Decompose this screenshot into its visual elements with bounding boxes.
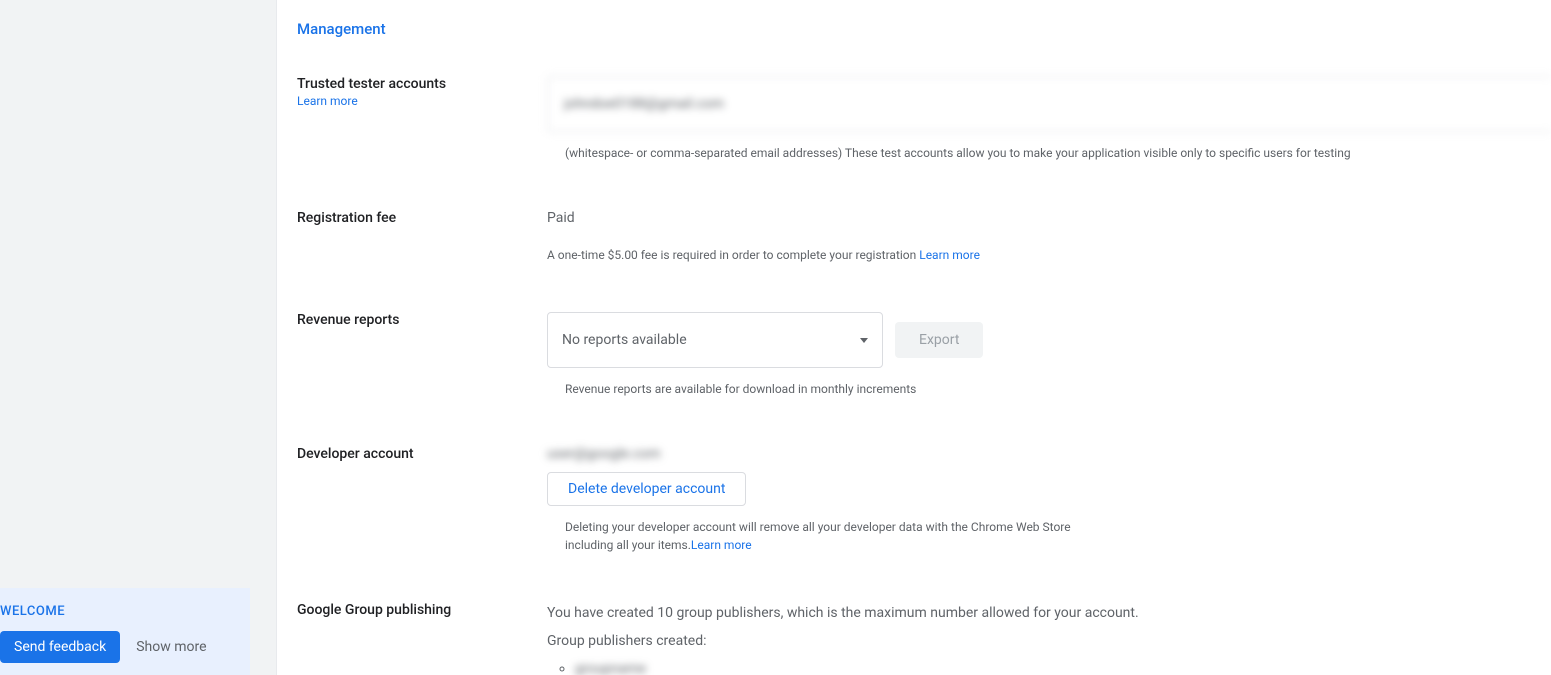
welcome-title: WELCOME bbox=[0, 604, 236, 619]
welcome-panel: WELCOME Send feedback Show more bbox=[0, 588, 250, 675]
trusted-testers-learn-more-link[interactable]: Learn more bbox=[297, 94, 547, 108]
trusted-testers-label: Trusted tester accounts bbox=[297, 76, 547, 92]
group-publishing-created-label: Group publishers created: bbox=[547, 630, 1551, 652]
registration-fee-learn-more-link[interactable]: Learn more bbox=[919, 248, 980, 262]
group-publishing-label: Google Group publishing bbox=[297, 602, 547, 618]
export-button[interactable]: Export bbox=[895, 322, 983, 358]
developer-account-learn-more-link[interactable]: Learn more bbox=[691, 538, 752, 552]
registration-fee-status: Paid bbox=[547, 210, 1551, 226]
group-publishers-list: groupname bbox=[575, 661, 1551, 675]
developer-account-email: user@google.com bbox=[547, 446, 1551, 462]
chevron-down-icon bbox=[860, 338, 868, 343]
send-feedback-button[interactable]: Send feedback bbox=[0, 631, 120, 663]
group-publishing-message: You have created 10 group publishers, wh… bbox=[547, 602, 1551, 624]
trusted-testers-input[interactable] bbox=[547, 76, 1551, 132]
revenue-reports-helper: Revenue reports are available for downlo… bbox=[565, 380, 1551, 398]
trusted-testers-row: Trusted tester accounts Learn more (whit… bbox=[297, 76, 1551, 162]
registration-fee-helper: A one-time $5.00 fee is required in orde… bbox=[547, 248, 919, 262]
developer-account-row: Developer account user@google.com Delete… bbox=[297, 446, 1551, 554]
delete-developer-account-button[interactable]: Delete developer account bbox=[547, 472, 746, 506]
revenue-reports-selected: No reports available bbox=[562, 332, 687, 348]
trusted-testers-helper: (whitespace- or comma-separated email ad… bbox=[565, 144, 1551, 162]
developer-account-helper: Deleting your developer account will rem… bbox=[565, 520, 1071, 552]
revenue-reports-select[interactable]: No reports available bbox=[547, 312, 883, 368]
revenue-reports-label: Revenue reports bbox=[297, 312, 547, 328]
registration-fee-label: Registration fee bbox=[297, 210, 547, 226]
revenue-reports-row: Revenue reports No reports available Exp… bbox=[297, 312, 1551, 398]
sidebar: WELCOME Send feedback Show more bbox=[0, 0, 276, 675]
management-section-header: Management bbox=[297, 20, 1551, 38]
main-content: Management Trusted tester accounts Learn… bbox=[276, 0, 1551, 675]
group-publishing-row: Google Group publishing You have created… bbox=[297, 602, 1551, 675]
developer-account-label: Developer account bbox=[297, 446, 547, 462]
registration-fee-row: Registration fee Paid A one-time $5.00 f… bbox=[297, 210, 1551, 264]
group-publisher-item: groupname bbox=[575, 661, 1551, 675]
show-more-link[interactable]: Show more bbox=[136, 639, 206, 655]
